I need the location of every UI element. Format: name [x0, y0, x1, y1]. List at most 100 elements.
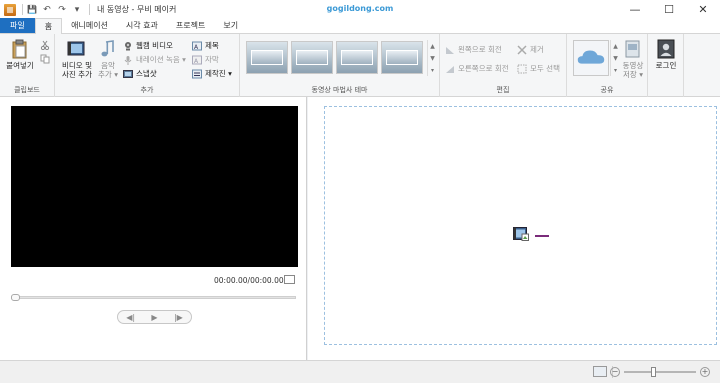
title-button[interactable]: A 제목 — [192, 40, 219, 51]
paste-icon — [12, 39, 27, 59]
add-media-placeholder-icon[interactable] — [513, 226, 529, 242]
caption-label: 자막 — [205, 55, 219, 64]
record-narration-button[interactable]: 내레이션 녹음 ▾ — [123, 54, 186, 65]
previous-frame-button[interactable]: ◀| — [126, 313, 135, 322]
maximize-button[interactable]: ☐ — [652, 0, 686, 19]
ribbon: 붙여넣기 클립보드 비디오 및 사진 추가 음악 추가 ▾ 웹캠 비디오 내레이… — [0, 34, 720, 97]
clipboard-group: 붙여넣기 클립보드 — [0, 34, 55, 97]
select-all-icon — [517, 64, 527, 73]
rotate-right-button[interactable]: 오른쪽으로 회전 — [445, 63, 509, 74]
paste-label: 붙여넣기 — [6, 61, 34, 70]
scroll-up-icon[interactable]: ▲ — [430, 43, 435, 50]
themes-gallery-scroll[interactable]: ▲ ▼ ▾ — [427, 40, 437, 76]
fullscreen-icon[interactable] — [284, 275, 295, 284]
minimize-button[interactable]: — — [618, 0, 652, 19]
music-note-icon — [101, 40, 114, 57]
remove-icon — [517, 44, 527, 55]
editing-group: 왼쪽으로 회전 오른쪽으로 회전 제거 모두 선택 편집 — [440, 34, 567, 97]
select-all-label: 모두 선택 — [530, 64, 560, 73]
onedrive-share-button[interactable] — [573, 40, 609, 76]
share-group: ▲ ▼ ▾ 동영상 저장 ▾ 공유 — [567, 34, 648, 97]
copy-icon[interactable] — [40, 54, 50, 64]
zoom-slider-thumb[interactable] — [650, 367, 656, 377]
gallery-expand-icon[interactable]: ▾ — [431, 67, 434, 74]
zoom-control: − + — [610, 366, 710, 378]
add-videos-photos-button[interactable]: 비디오 및 사진 추가 — [58, 39, 96, 79]
zoom-in-button[interactable]: + — [700, 367, 710, 377]
storyboard-drop-area[interactable] — [324, 106, 717, 345]
video-preview[interactable] — [11, 106, 298, 267]
rotate-right-icon — [446, 65, 454, 73]
seek-thumb[interactable] — [11, 294, 20, 301]
save-movie-button[interactable]: 동영상 저장 ▾ — [620, 39, 646, 79]
rotate-left-label: 왼쪽으로 회전 — [458, 45, 502, 54]
caption-button[interactable]: A 자막 — [192, 54, 219, 65]
app-icon[interactable] — [4, 3, 16, 16]
seek-bar[interactable] — [11, 296, 296, 299]
gallery-expand-icon[interactable]: ▾ — [614, 67, 617, 74]
share-gallery-scroll[interactable]: ▲ ▼ ▾ — [610, 40, 620, 76]
scroll-down-icon[interactable]: ▼ — [613, 55, 618, 62]
qat-separator — [89, 4, 90, 15]
redo-icon[interactable]: ↷ — [56, 4, 68, 16]
qat-separator — [22, 4, 23, 15]
editing-group-label: 편집 — [496, 86, 510, 94]
timecode: 00:00.00/00:00.00 — [214, 276, 284, 285]
undo-icon[interactable]: ↶ — [41, 4, 53, 16]
credits-button[interactable]: 제작진 ▾ — [192, 68, 232, 79]
thumbnail-size-icon[interactable] — [593, 366, 607, 377]
add-group: 비디오 및 사진 추가 음악 추가 ▾ 웹캠 비디오 내레이션 녹음 ▾ 스냅샷… — [55, 34, 240, 97]
webcam-video-label: 웹캠 비디오 — [136, 41, 173, 50]
tab-visual-effects[interactable]: 시각 효과 — [117, 18, 167, 33]
select-all-button[interactable]: 모두 선택 — [517, 63, 560, 74]
credits-label: 제작진 ▾ — [205, 69, 232, 78]
theme-thumbnail[interactable] — [381, 41, 423, 74]
share-group-label: 공유 — [600, 86, 614, 94]
scroll-down-icon[interactable]: ▼ — [430, 55, 435, 62]
scroll-up-icon[interactable]: ▲ — [613, 43, 618, 50]
quick-access-toolbar: 💾 ↶ ↷ ▾ — [0, 0, 93, 19]
window-title: 내 동영상 - 무비 메이커 — [97, 5, 177, 14]
automovie-themes-label: 동영상 마법사 테마 — [311, 86, 368, 94]
add-music-button[interactable]: 음악 추가 ▾ — [95, 39, 121, 79]
next-frame-button[interactable]: |▶ — [174, 313, 183, 322]
tab-view[interactable]: 보기 — [214, 18, 247, 33]
theme-thumbnail[interactable] — [246, 41, 288, 74]
paste-button[interactable]: 붙여넣기 — [4, 39, 36, 70]
caption-icon: A — [192, 55, 202, 65]
webcam-icon — [125, 41, 131, 50]
title-bar: 💾 ↶ ↷ ▾ 내 동영상 - 무비 메이커 gogildong.com — ☐… — [0, 0, 720, 19]
save-movie-label: 동영상 저장 ▾ — [622, 61, 644, 79]
zoom-out-button[interactable]: − — [610, 367, 620, 377]
microphone-icon — [124, 55, 132, 65]
theme-thumbnail[interactable] — [291, 41, 333, 74]
save-icon[interactable]: 💾 — [26, 4, 38, 16]
webcam-video-button[interactable]: 웹캠 비디오 — [123, 40, 173, 51]
snapshot-icon — [123, 69, 133, 78]
customize-qat-icon[interactable]: ▾ — [71, 4, 83, 16]
tab-animations[interactable]: 애니메이션 — [62, 18, 117, 33]
user-icon — [657, 39, 675, 59]
tab-home[interactable]: 홈 — [34, 18, 63, 34]
snapshot-label: 스냅샷 — [136, 69, 157, 78]
credits-icon — [192, 69, 202, 78]
snapshot-button[interactable]: 스냅샷 — [123, 68, 157, 79]
remove-button[interactable]: 제거 — [517, 44, 544, 55]
tab-file[interactable]: 파일 — [0, 18, 35, 33]
close-button[interactable]: ✕ — [686, 0, 720, 19]
record-narration-label: 내레이션 녹음 ▾ — [136, 55, 186, 64]
sign-in-button[interactable]: 로그인 — [651, 39, 681, 70]
zoom-slider[interactable] — [624, 367, 696, 377]
cloud-icon — [577, 50, 605, 64]
clipboard-group-label: 클립보드 — [14, 86, 40, 94]
window-controls: — ☐ ✕ — [618, 0, 720, 19]
cut-icon[interactable] — [40, 40, 50, 50]
tab-project[interactable]: 프로젝트 — [167, 18, 214, 33]
sign-in-label: 로그인 — [655, 61, 677, 70]
rotate-left-button[interactable]: 왼쪽으로 회전 — [445, 44, 502, 55]
theme-thumbnail[interactable] — [336, 41, 378, 74]
rotate-left-icon — [446, 46, 454, 54]
add-media-icon — [67, 41, 85, 56]
play-button[interactable]: ▶ — [151, 313, 157, 322]
storyboard-pane — [308, 97, 720, 360]
